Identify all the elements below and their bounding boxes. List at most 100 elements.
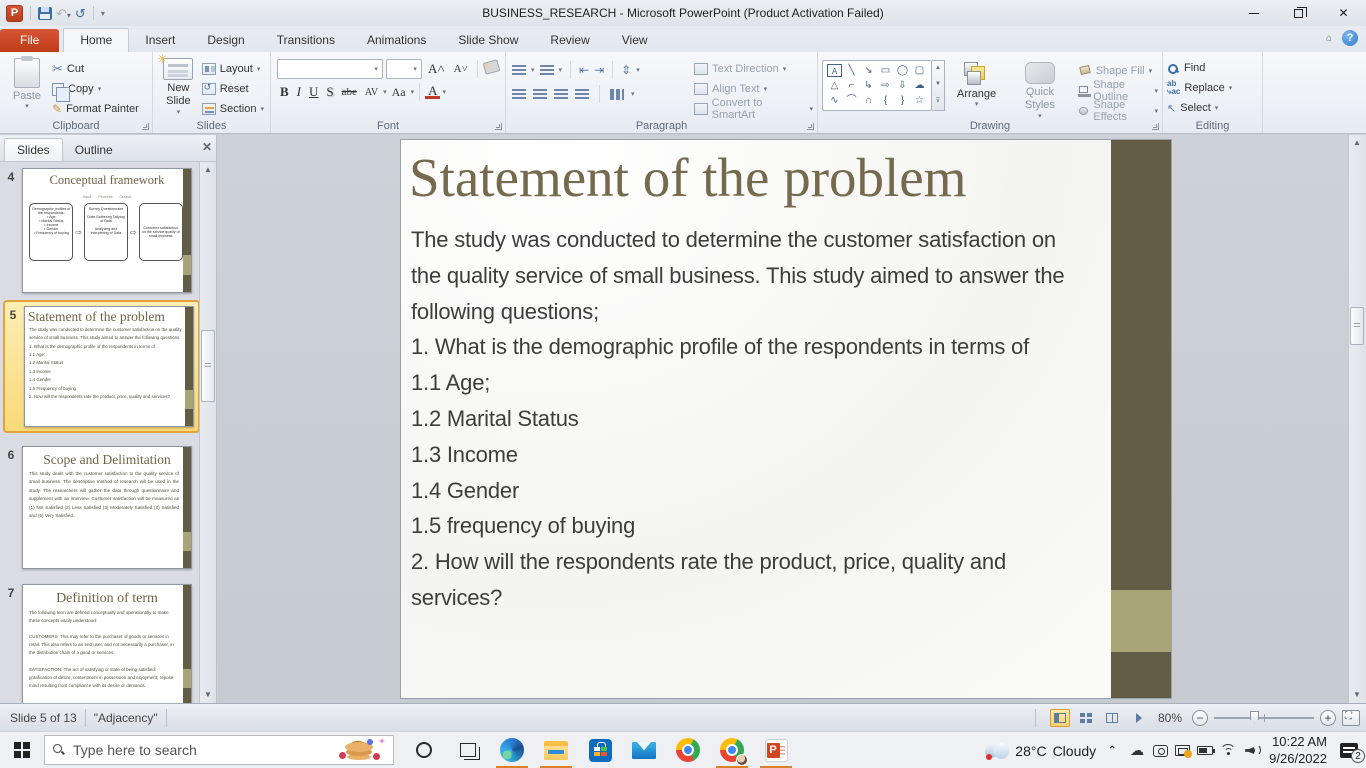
normal-view-button[interactable]: [1049, 708, 1070, 727]
battery-icon[interactable]: [1197, 746, 1216, 755]
task-view-button[interactable]: [446, 732, 490, 768]
shape-fill-button[interactable]: Shape Fill ▾: [1078, 62, 1158, 80]
taskbar-clock[interactable]: 10:22 AM 9/26/2022: [1269, 734, 1327, 767]
editor-scroll-up-icon[interactable]: ▲: [1350, 136, 1364, 150]
change-case-button[interactable]: Aa: [389, 85, 409, 100]
shape-star-icon[interactable]: ☆: [911, 93, 928, 108]
tab-insert[interactable]: Insert: [129, 29, 191, 52]
shape-elbow-icon[interactable]: ⌐: [843, 78, 860, 93]
screen-cast-icon[interactable]: [1153, 744, 1169, 757]
thumbnail-slide-7[interactable]: 7 Definition of term The following term …: [0, 584, 192, 703]
strikethrough-button[interactable]: abe: [339, 86, 360, 98]
shapes-gallery[interactable]: A ╲ ↘ ▭ ◯ ▢ △ ⌐ ↳ ⇨ ⇩ ☁ ∿ ⌒ ∩ { } ☆: [822, 60, 932, 111]
panel-close-icon[interactable]: ✕: [202, 140, 212, 154]
thumbnail-slide-4[interactable]: 4 Conceptual framework Input Process Out…: [0, 168, 192, 293]
shape-left-brace-icon[interactable]: {: [877, 93, 894, 108]
tab-transitions[interactable]: Transitions: [261, 29, 351, 52]
layout-button[interactable]: Layout ▾: [200, 59, 266, 79]
editor-scrollbar-thumb[interactable]: [1350, 307, 1364, 345]
redo-icon[interactable]: ↺: [75, 7, 86, 20]
display-status-icon[interactable]: [1175, 745, 1193, 758]
shape-down-arrow-icon[interactable]: ⇩: [894, 78, 911, 93]
wifi-icon[interactable]: [1220, 744, 1238, 757]
shape-outline-button[interactable]: Shape Outline ▾: [1077, 79, 1158, 103]
font-size-combo[interactable]: ▾: [385, 59, 422, 79]
panel-tab-slides[interactable]: Slides: [4, 138, 63, 161]
editor-scrollbar[interactable]: ▲ ▼: [1348, 135, 1366, 703]
text-shadow-button[interactable]: S: [323, 84, 336, 100]
shapes-scroll-down-icon[interactable]: ▼: [932, 77, 944, 93]
char-spacing-button[interactable]: AV: [362, 87, 381, 98]
shape-rectangle-icon[interactable]: ▭: [877, 63, 894, 78]
zoom-in-button[interactable]: +: [1320, 709, 1336, 726]
undo-icon[interactable]: ↶▾: [56, 7, 71, 20]
align-right-icon[interactable]: [554, 88, 568, 100]
slide-title[interactable]: Statement of the problem: [409, 146, 967, 209]
numbering-icon[interactable]: [539, 64, 554, 76]
arrange-button[interactable]: Arrange ▾: [951, 60, 1002, 122]
shapes-more-icon[interactable]: ⊽: [932, 94, 944, 110]
replace-button[interactable]: ab ⤷ac Replace ▾: [1167, 79, 1258, 97]
chrome-taskbar-button[interactable]: [666, 732, 710, 768]
paragraph-dialog-launcher[interactable]: [807, 123, 814, 130]
copy-button[interactable]: Copy ▾: [50, 79, 141, 102]
shape-curve-icon[interactable]: ∩: [860, 93, 877, 108]
tab-view[interactable]: View: [606, 29, 664, 52]
shape-rounded-rect-icon[interactable]: ▢: [911, 63, 928, 78]
tab-home[interactable]: Home: [63, 28, 130, 52]
line-spacing-icon[interactable]: ⇕: [621, 64, 631, 76]
start-button[interactable]: [0, 742, 44, 758]
help-icon[interactable]: ?: [1342, 30, 1358, 46]
fit-slide-button[interactable]: [1342, 709, 1360, 726]
reading-view-button[interactable]: [1102, 709, 1122, 727]
align-text-button[interactable]: Align Text ▾: [694, 80, 813, 98]
shape-line-icon[interactable]: ╲: [843, 63, 860, 78]
shape-cloud-icon[interactable]: ☁: [911, 78, 928, 93]
paste-button[interactable]: Paste ▾: [4, 56, 50, 118]
grow-font-icon[interactable]: A˄: [425, 61, 448, 77]
slide-canvas[interactable]: Statement of the problem The study was c…: [400, 139, 1172, 699]
shape-arc-icon[interactable]: ⌒: [843, 93, 860, 108]
file-explorer-taskbar-button[interactable]: [534, 732, 578, 768]
find-button[interactable]: Find: [1167, 59, 1258, 77]
onedrive-icon[interactable]: ☁: [1128, 742, 1146, 759]
clear-formatting-icon[interactable]: [482, 59, 501, 75]
increase-indent-icon[interactable]: ⇥: [594, 64, 604, 76]
close-button[interactable]: ✕: [1321, 0, 1366, 26]
text-direction-button[interactable]: Text Direction ▾: [694, 60, 813, 78]
thumbnail-slide-6[interactable]: 6 Scope and Delimitation This study deal…: [0, 446, 192, 569]
new-slide-button[interactable]: New Slide▾: [157, 52, 200, 118]
decrease-indent-icon[interactable]: ⇤: [579, 64, 589, 76]
shape-elbow-arrow-icon[interactable]: ↳: [860, 78, 877, 93]
font-color-button[interactable]: A: [425, 84, 441, 100]
slideshow-view-button[interactable]: [1128, 709, 1148, 727]
powerpoint-taskbar-button[interactable]: [754, 732, 798, 768]
store-taskbar-button[interactable]: [578, 732, 622, 768]
scroll-up-icon[interactable]: ▲: [201, 163, 215, 177]
underline-button[interactable]: U: [306, 84, 321, 100]
shape-right-brace-icon[interactable]: }: [894, 93, 911, 108]
chrome-profile-taskbar-button[interactable]: [710, 732, 754, 768]
shapes-scroll-up-icon[interactable]: ▲: [932, 61, 944, 77]
scrollbar-thumb[interactable]: [201, 330, 215, 402]
panel-tab-outline[interactable]: Outline: [63, 139, 125, 161]
zoom-slider-thumb[interactable]: [1250, 710, 1259, 724]
customize-qat-icon[interactable]: ▾: [101, 9, 105, 18]
collapse-ribbon-icon[interactable]: ⌂: [1326, 33, 1332, 44]
quick-styles-button[interactable]: Quick Styles ▾: [1008, 60, 1072, 122]
drawing-dialog-launcher[interactable]: [1152, 123, 1159, 130]
align-center-icon[interactable]: [533, 88, 547, 100]
zoom-slider[interactable]: [1214, 710, 1314, 724]
shape-right-arrow-icon[interactable]: ⇨: [877, 78, 894, 93]
shape-scribble-icon[interactable]: ∿: [826, 93, 843, 108]
italic-button[interactable]: I: [294, 84, 304, 100]
save-icon[interactable]: [38, 6, 52, 20]
shape-effects-button[interactable]: Shape Effects ▾: [1078, 99, 1158, 123]
cut-button[interactable]: ✂ Cut: [50, 59, 141, 79]
mail-taskbar-button[interactable]: [622, 732, 666, 768]
tab-animations[interactable]: Animations: [351, 29, 442, 52]
tab-file[interactable]: File: [0, 29, 60, 52]
tab-slideshow[interactable]: Slide Show: [442, 29, 534, 52]
action-center-icon[interactable]: 2: [1340, 743, 1365, 763]
shape-arrow-icon[interactable]: ↘: [860, 63, 877, 78]
